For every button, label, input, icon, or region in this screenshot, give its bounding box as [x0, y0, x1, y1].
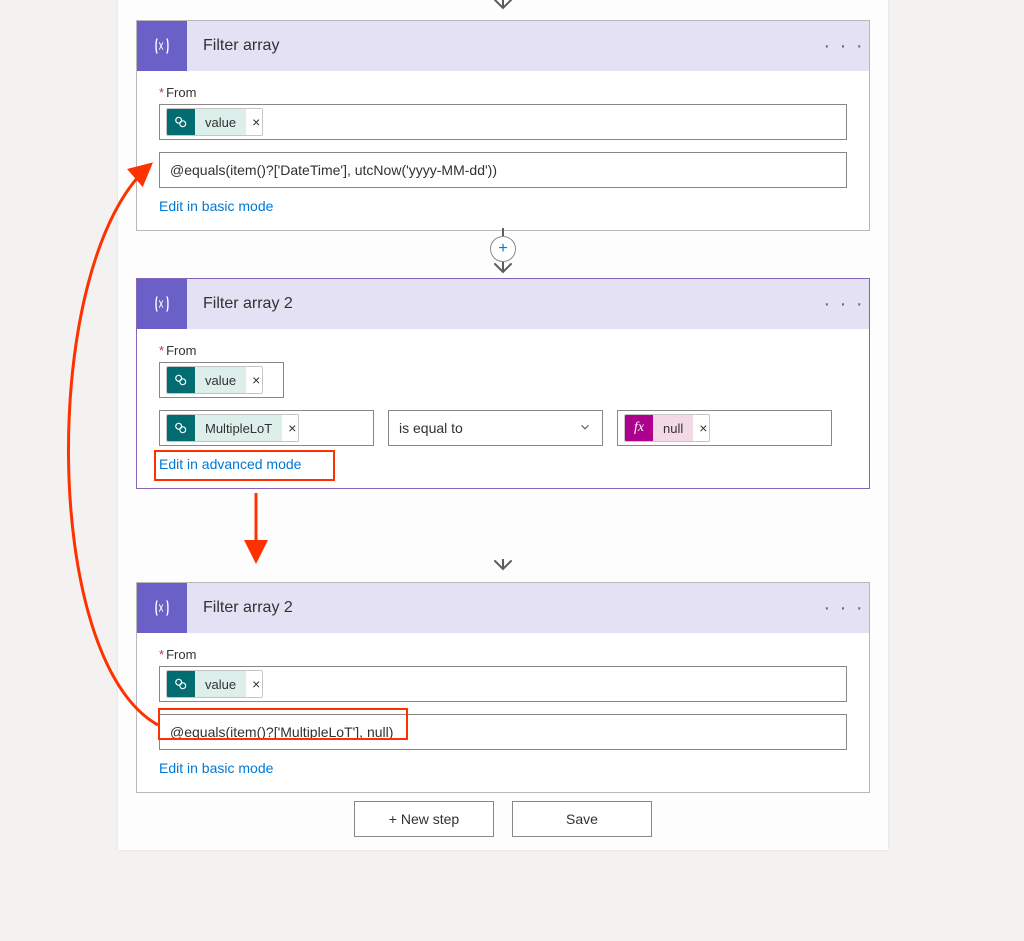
token-remove[interactable]: × [246, 372, 262, 388]
card-body: *From value × @equals(item()?['DateTime'… [137, 71, 869, 230]
card-title: Filter array [187, 37, 819, 55]
data-operation-icon [137, 21, 187, 71]
from-input[interactable]: value × [159, 666, 847, 702]
connector-down [491, 559, 515, 577]
token-value[interactable]: value × [166, 108, 263, 136]
save-button[interactable]: Save [512, 801, 652, 837]
sharepoint-icon [167, 670, 195, 698]
condition-right-input[interactable]: fx null × [617, 410, 832, 446]
card-body: *From value × @equals(item()?['MultipleL… [137, 633, 869, 792]
token-null-expression[interactable]: fx null × [624, 414, 710, 442]
card-title: Filter array 2 [187, 599, 819, 617]
token-value[interactable]: value × [166, 670, 263, 698]
token-text: MultipleLoT [195, 415, 282, 441]
card-header[interactable]: Filter array 2 · · · [137, 279, 869, 329]
connector-add: + [490, 228, 516, 280]
condition-row: MultipleLoT × is equal to fx null × [159, 410, 847, 446]
card-filter-array-2-basic: Filter array 2 · · · *From value × Multi… [136, 278, 870, 489]
required-asterisk: * [159, 85, 164, 100]
condition-operator-select[interactable]: is equal to [388, 410, 603, 446]
from-label: *From [159, 647, 847, 662]
connector-top [491, 0, 515, 16]
from-label: *From [159, 85, 847, 100]
token-remove[interactable]: × [246, 114, 262, 130]
from-input[interactable]: value × [159, 362, 284, 398]
edit-advanced-mode-link[interactable]: Edit in advanced mode [159, 456, 301, 472]
required-asterisk: * [159, 647, 164, 662]
token-text: value [195, 109, 246, 135]
from-label: *From [159, 343, 847, 358]
card-menu-button[interactable]: · · · [819, 35, 869, 58]
new-step-button[interactable]: + New step [354, 801, 494, 837]
data-operation-icon [137, 583, 187, 633]
card-header[interactable]: Filter array · · · [137, 21, 869, 71]
expression-input[interactable]: @equals(item()?['MultipleLoT'], null) [159, 714, 847, 750]
expression-input[interactable]: @equals(item()?['DateTime'], utcNow('yyy… [159, 152, 847, 188]
card-header[interactable]: Filter array 2 · · · [137, 583, 869, 633]
from-input[interactable]: value × [159, 104, 847, 140]
flow-canvas: Filter array · · · *From value × @equals… [118, 0, 888, 850]
card-title: Filter array 2 [187, 295, 819, 313]
required-asterisk: * [159, 343, 164, 358]
token-text: value [195, 367, 246, 393]
card-filter-array-2-advanced: Filter array 2 · · · *From value × @equa… [136, 582, 870, 793]
condition-left-input[interactable]: MultipleLoT × [159, 410, 374, 446]
operator-text: is equal to [399, 420, 463, 436]
chevron-down-icon [578, 420, 592, 437]
token-remove[interactable]: × [693, 420, 709, 436]
edit-basic-mode-link[interactable]: Edit in basic mode [159, 198, 273, 214]
token-remove[interactable]: × [246, 676, 262, 692]
card-body: *From value × MultipleLoT × is equ [137, 329, 869, 488]
token-text: null [653, 415, 693, 441]
data-operation-icon [137, 279, 187, 329]
token-multiplelot[interactable]: MultipleLoT × [166, 414, 299, 442]
sharepoint-icon [167, 108, 195, 136]
bottom-button-bar: + New step Save [118, 801, 888, 837]
token-remove[interactable]: × [282, 420, 298, 436]
card-menu-button[interactable]: · · · [819, 293, 869, 316]
sharepoint-icon [167, 366, 195, 394]
fx-icon: fx [625, 414, 653, 442]
edit-basic-mode-link[interactable]: Edit in basic mode [159, 760, 273, 776]
token-text: value [195, 671, 246, 697]
card-filter-array-1: Filter array · · · *From value × @equals… [136, 20, 870, 231]
add-step-button[interactable]: + [490, 236, 516, 262]
token-value[interactable]: value × [166, 366, 263, 394]
sharepoint-icon [167, 414, 195, 442]
card-menu-button[interactable]: · · · [819, 597, 869, 620]
